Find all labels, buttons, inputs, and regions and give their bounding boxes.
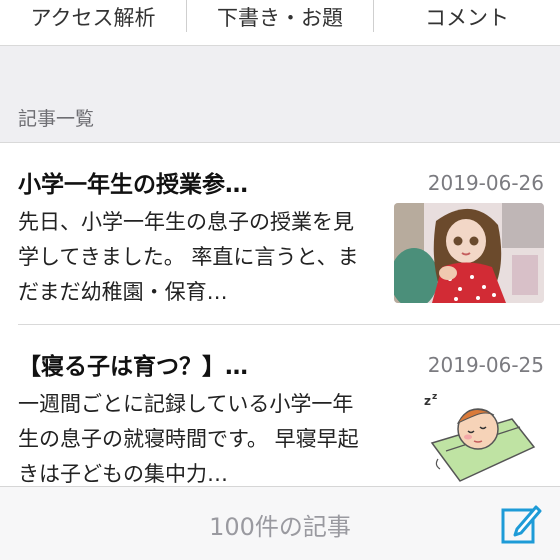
article-title: 小学一年生の授業参…: [18, 172, 248, 198]
section-title: 記事一覧: [18, 108, 95, 130]
svg-text:z: z: [432, 392, 437, 402]
tab-bar: アクセス解析 下書き・お題 コメント: [0, 0, 560, 46]
article-excerpt: 一週間ごとに記録している小学一年生の息子の就寝時間です。 早寝早起きは子どもの集…: [18, 392, 359, 486]
article-row[interactable]: 【寝る子は育つ？】… 2019-06-25 一週間ごとに記録している小学一年生の…: [18, 325, 560, 507]
svg-text:z: z: [424, 394, 431, 408]
tab-label: アクセス解析: [30, 6, 156, 30]
article-thumbnail-doll-photo: [394, 203, 544, 303]
tab-drafts[interactable]: 下書き・お題: [187, 0, 373, 34]
article-date: 2019-06-26: [427, 171, 544, 195]
article-thumbnail-sleeping-child-illustration: z z: [394, 385, 544, 485]
bottom-bar: 100件の記事: [0, 486, 560, 560]
tab-label: コメント: [425, 6, 509, 30]
tab-label: 下書き・お題: [217, 6, 343, 30]
article-row[interactable]: 小学一年生の授業参… 2019-06-26 先日、小学一年生の息子の授業を見学し…: [18, 143, 560, 325]
article-excerpt: 先日、小学一年生の息子の授業を見学してきました。 率直に言うと、まだまだ幼稚園・…: [18, 210, 359, 304]
article-count: 100件の記事: [209, 513, 351, 541]
compose-icon[interactable]: [500, 503, 542, 545]
article-title: 【寝る子は育つ？】…: [18, 354, 248, 380]
article-list: 小学一年生の授業参… 2019-06-26 先日、小学一年生の息子の授業を見学し…: [0, 142, 560, 507]
tab-comments[interactable]: コメント: [374, 0, 560, 34]
tab-access-analysis[interactable]: アクセス解析: [0, 0, 186, 34]
article-date: 2019-06-25: [427, 353, 544, 377]
